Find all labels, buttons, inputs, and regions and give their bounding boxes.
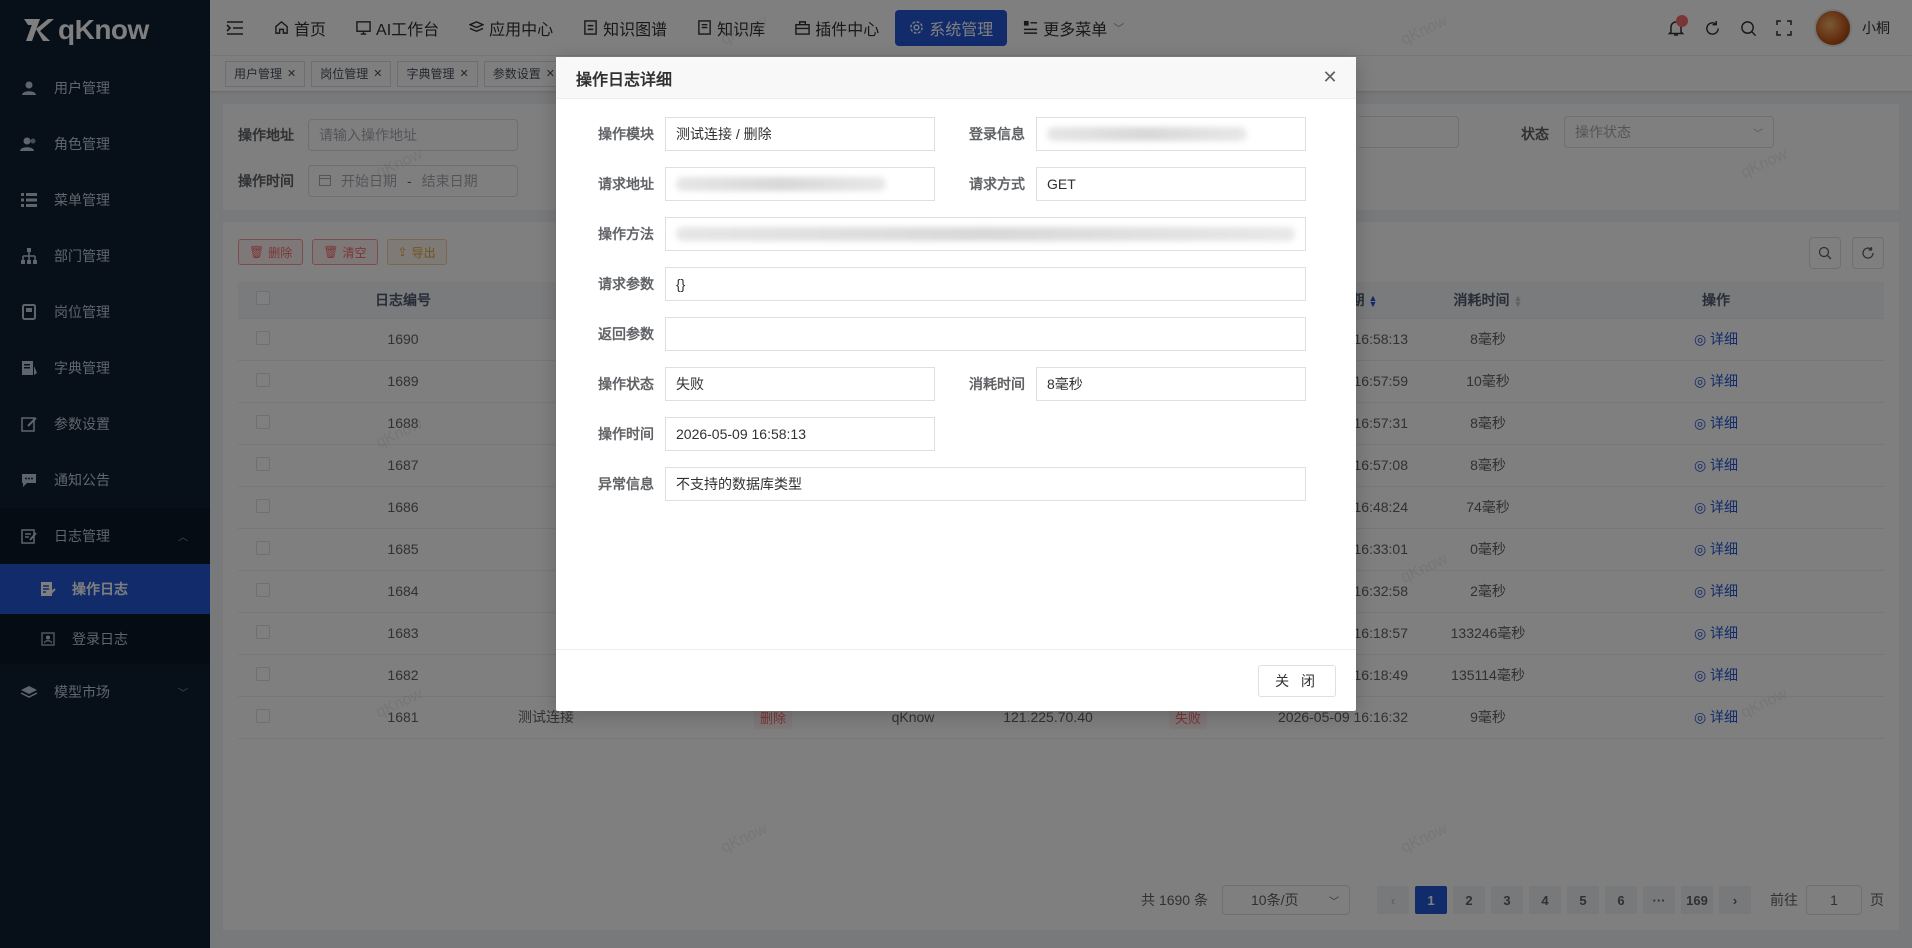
close-icon[interactable]: ✕ xyxy=(1320,67,1340,87)
cost-field: 8毫秒 xyxy=(1036,367,1306,401)
req-param-field: {} xyxy=(665,267,1306,301)
redacted-text xyxy=(676,177,886,191)
time-label: 操作时间 xyxy=(598,426,654,442)
status-label: 操作状态 xyxy=(598,376,654,392)
module-field: 测试连接 / 删除 xyxy=(665,117,935,151)
op-method-label: 操作方法 xyxy=(598,226,654,242)
module-label: 操作模块 xyxy=(598,126,654,142)
resp-param-label: 返回参数 xyxy=(598,326,654,342)
error-label: 异常信息 xyxy=(598,476,654,492)
time-field: 2026-05-09 16:58:13 xyxy=(665,417,935,451)
url-field xyxy=(665,167,935,201)
error-field: 不支持的数据库类型 xyxy=(665,467,1306,501)
dialog-title: 操作日志详细 xyxy=(576,71,673,89)
op-method-field xyxy=(665,217,1306,251)
login-label: 登录信息 xyxy=(969,126,1025,142)
close-button[interactable]: 关 闭 xyxy=(1258,664,1336,697)
resp-param-field xyxy=(665,317,1306,351)
url-label: 请求地址 xyxy=(598,176,654,192)
status-field: 失败 xyxy=(665,367,935,401)
oper-log-detail-dialog: 操作日志详细 ✕ 操作模块 测试连接 / 删除 登录信息 请求地址 请求方式 G… xyxy=(556,57,1356,711)
method-field: GET xyxy=(1036,167,1306,201)
login-field xyxy=(1036,117,1306,151)
method-label: 请求方式 xyxy=(969,176,1025,192)
cost-label: 消耗时间 xyxy=(969,376,1025,392)
req-param-label: 请求参数 xyxy=(598,276,654,292)
redacted-text xyxy=(676,227,1295,241)
redacted-text xyxy=(1047,127,1247,141)
